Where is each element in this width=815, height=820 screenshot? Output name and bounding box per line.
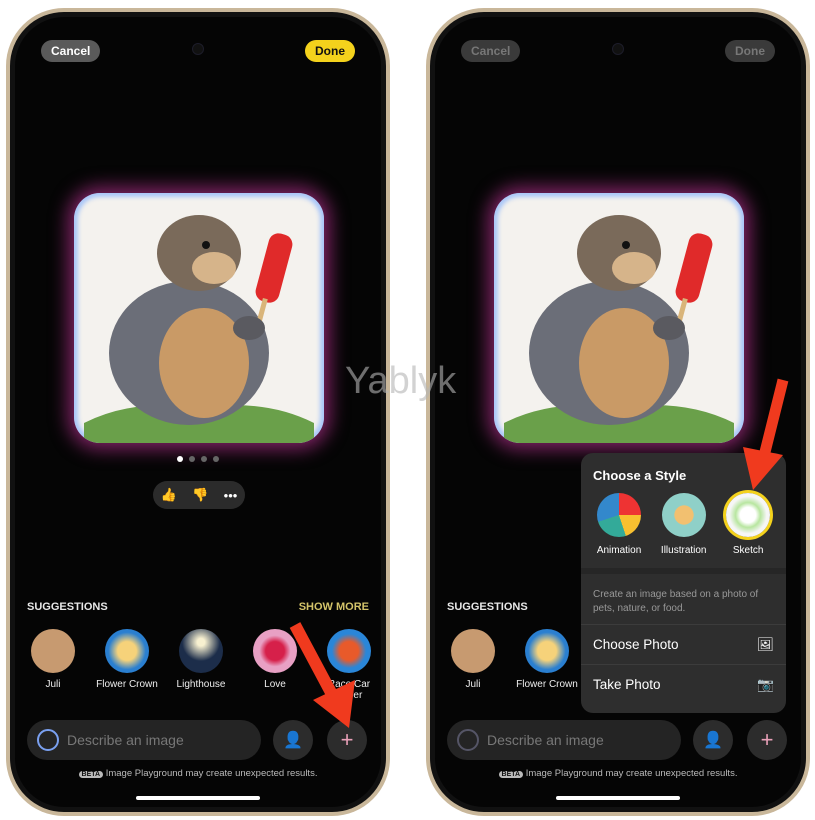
suggestion-avatar	[525, 629, 569, 673]
marmot-image	[504, 215, 734, 443]
camera-island	[612, 43, 624, 55]
describe-input[interactable]: Describe an image	[447, 720, 681, 760]
suggestion-label: Love	[264, 679, 286, 690]
more-icon[interactable]: •••	[224, 488, 238, 503]
feedback-bar: 👍 👎 •••	[153, 481, 245, 509]
suggestions-list: Juli Flower Crown	[449, 629, 578, 690]
beta-text: Image Playground may create unexpected r…	[525, 768, 738, 779]
suggestion-flower-crown[interactable]: Flower Crown	[516, 629, 578, 690]
describe-placeholder: Describe an image	[67, 732, 184, 748]
style-label: Animation	[596, 545, 642, 556]
camera-island	[192, 43, 204, 55]
person-icon: 👤	[703, 732, 723, 749]
home-indicator[interactable]	[136, 796, 260, 800]
done-button[interactable]: Done	[305, 40, 355, 62]
suggestions-title: SUGGESTIONS	[27, 601, 108, 613]
animation-thumb	[597, 493, 642, 537]
watermark: Yablyk	[345, 360, 457, 402]
suggestion-label: Flower Crown	[516, 679, 578, 690]
red-arrow-sketch	[743, 378, 789, 490]
page-dot[interactable]	[177, 456, 183, 462]
generated-image[interactable]	[74, 193, 324, 443]
suggestion-label: Flower Crown	[96, 679, 158, 690]
choose-photo-label: Choose Photo	[593, 637, 679, 652]
person-icon: 👤	[283, 732, 303, 749]
person-button[interactable]: 👤	[693, 720, 733, 760]
style-illustration[interactable]: Illustration	[661, 493, 707, 556]
take-photo-label: Take Photo	[593, 677, 661, 692]
style-sketch[interactable]: Sketch	[726, 493, 771, 556]
popover-description: Create an image based on a photo of pets…	[581, 568, 786, 624]
done-button[interactable]: Done	[725, 40, 775, 62]
page-dots[interactable]	[177, 456, 219, 462]
illustration-thumb	[661, 493, 706, 537]
marmot-image	[84, 215, 314, 443]
playground-icon	[37, 729, 59, 751]
suggestion-flower-crown[interactable]: Flower Crown	[96, 629, 158, 701]
suggestion-avatar	[105, 629, 149, 673]
playground-icon	[457, 729, 479, 751]
sketch-thumb	[726, 493, 771, 537]
camera-icon: 📷	[757, 676, 774, 692]
cancel-button[interactable]: Cancel	[41, 40, 101, 62]
page-dot[interactable]	[213, 456, 219, 462]
add-button[interactable]: +	[747, 720, 787, 760]
suggestion-avatar	[451, 629, 495, 673]
photos-icon: 🖼	[756, 636, 774, 652]
choose-photo-item[interactable]: Choose Photo 🖼	[581, 624, 786, 664]
plus-icon: +	[340, 727, 354, 752]
suggestion-label: Juli	[45, 679, 61, 690]
suggestion-juli[interactable]: Juli	[29, 629, 77, 701]
home-indicator[interactable]	[556, 796, 680, 800]
style-label: Illustration	[660, 545, 707, 556]
suggestions-title: SUGGESTIONS	[447, 601, 528, 613]
suggestion-juli[interactable]: Juli	[449, 629, 497, 690]
beta-badge: BETA	[78, 771, 104, 778]
beta-badge: BETA	[498, 771, 524, 778]
describe-placeholder: Describe an image	[487, 732, 604, 748]
plus-icon: +	[760, 727, 774, 752]
beta-notice: BETA Image Playground may create unexpec…	[435, 768, 801, 779]
suggestion-lighthouse[interactable]: Lighthouse	[177, 629, 225, 701]
show-more-link[interactable]: SHOW MORE	[299, 601, 369, 613]
suggestion-label: Lighthouse	[176, 679, 226, 690]
take-photo-item[interactable]: Take Photo 📷	[581, 664, 786, 704]
suggestion-avatar	[31, 629, 75, 673]
generated-image[interactable]	[494, 193, 744, 443]
page-dot[interactable]	[201, 456, 207, 462]
style-label: Sketch	[732, 545, 764, 556]
suggestion-label: Juli	[465, 679, 481, 690]
describe-input[interactable]: Describe an image	[27, 720, 261, 760]
suggestion-avatar	[179, 629, 223, 673]
cancel-button[interactable]: Cancel	[461, 40, 521, 62]
thumbs-up-icon[interactable]: 👍	[161, 487, 177, 503]
beta-notice: BETA Image Playground may create unexpec…	[15, 768, 381, 779]
thumbs-down-icon[interactable]: 👎	[192, 487, 208, 503]
page-dot[interactable]	[189, 456, 195, 462]
style-animation[interactable]: Animation	[597, 493, 641, 556]
red-arrow-plus	[289, 622, 355, 728]
beta-text: Image Playground may create unexpected r…	[105, 768, 318, 779]
